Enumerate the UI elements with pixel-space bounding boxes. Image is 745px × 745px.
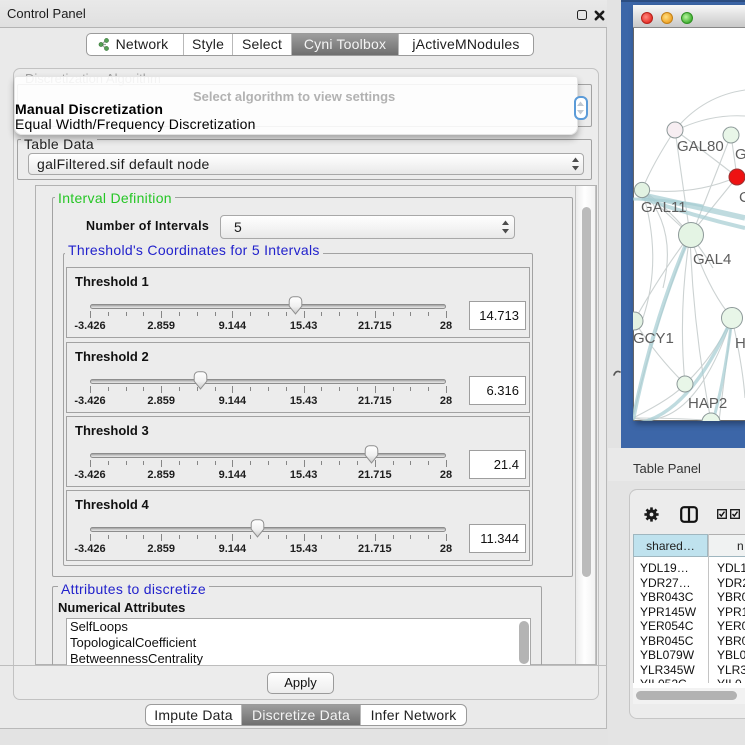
svg-text:GAL4: GAL4 (693, 251, 731, 268)
svg-text:H: H (735, 335, 745, 352)
svg-text:HAP2: HAP2 (688, 395, 727, 412)
svg-text:GAL80: GAL80 (677, 138, 724, 155)
svg-text:GCY1: GCY1 (633, 330, 674, 347)
svg-text:C: C (739, 189, 745, 206)
svg-text:G.: G. (735, 146, 745, 163)
svg-text:GAL11: GAL11 (641, 199, 687, 216)
